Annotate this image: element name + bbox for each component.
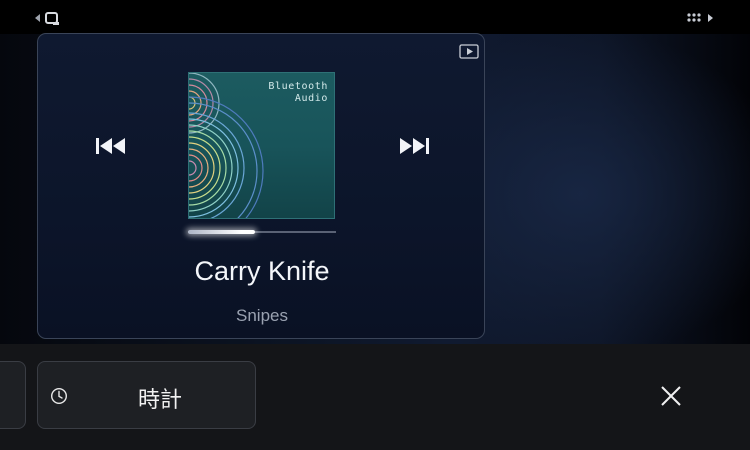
play-source-icon[interactable] [459, 44, 479, 59]
progress-bar[interactable] [188, 230, 336, 234]
close-icon [661, 386, 681, 406]
album-title: Bluetooth Audio [268, 81, 328, 105]
clock-label: 時計 [137, 388, 182, 413]
skip-previous-button[interactable] [94, 134, 130, 158]
close-button[interactable] [657, 382, 685, 410]
skip-next-icon [400, 138, 429, 154]
status-bar [0, 0, 750, 34]
progress-fill [188, 230, 255, 234]
skip-next-button[interactable] [396, 134, 432, 158]
song-title: Carry Knife [194, 256, 330, 286]
album-art[interactable]: Bluetooth Audio [188, 72, 335, 219]
album-title-line1: Bluetooth [268, 81, 328, 92]
previous-tile[interactable] [0, 361, 26, 429]
bottom-tray: 時計 [0, 344, 750, 450]
clock-tile[interactable]: 時計 [37, 361, 256, 429]
back-device-icon[interactable] [34, 11, 64, 27]
album-title-line2: Audio [294, 93, 328, 104]
media-card[interactable]: Bluetooth Audio Carry Knife Snipes [37, 33, 485, 339]
skip-previous-icon [96, 138, 125, 154]
app-grid-icon[interactable] [686, 11, 718, 27]
artist-name: Snipes [236, 306, 288, 325]
